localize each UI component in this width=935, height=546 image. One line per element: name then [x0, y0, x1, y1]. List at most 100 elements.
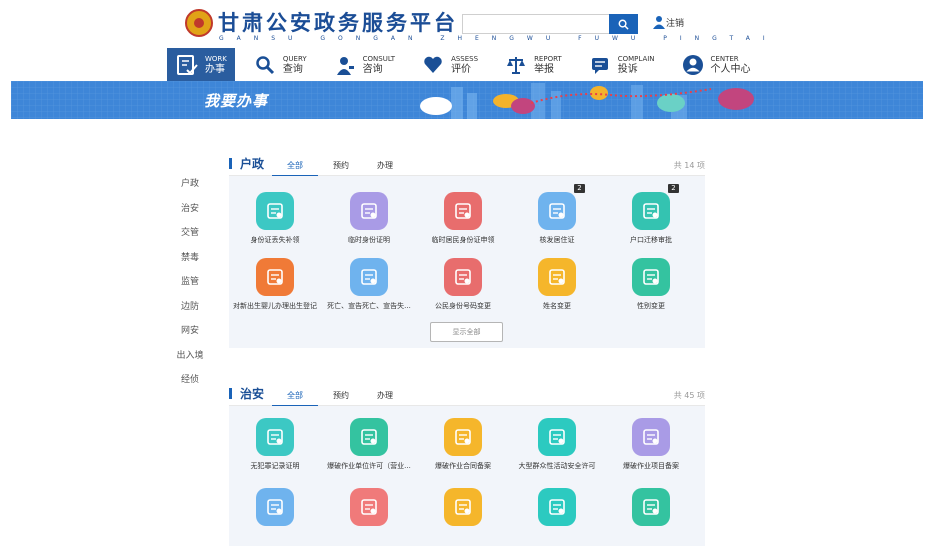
tab-handle[interactable]: 办理: [377, 390, 393, 401]
change-icon: [538, 258, 576, 296]
nav-complain-en: COMPLAIN: [617, 54, 655, 63]
service-label: 无犯罪记录证明: [250, 462, 300, 470]
tab-all[interactable]: 全部: [272, 160, 318, 176]
service-item[interactable]: 无犯罪记录证明: [229, 418, 321, 471]
sidebar-item-bianfang[interactable]: 边防: [165, 295, 215, 320]
crowd-icon: [538, 418, 576, 456]
tab-handle[interactable]: 办理: [377, 160, 393, 171]
logout-link[interactable]: 注销: [652, 15, 684, 29]
banner-illustration: [11, 81, 923, 119]
register-icon: [256, 258, 294, 296]
section-title: 治安: [240, 387, 265, 401]
id-card-icon: [256, 192, 294, 230]
residence-card-icon: 2: [538, 184, 585, 230]
complain-icon: [588, 53, 612, 77]
service-item[interactable]: [511, 488, 603, 531]
sidebar-item-huzheng[interactable]: 户政: [165, 172, 215, 197]
service-label: 爆破作业单位许可（营业...: [327, 462, 411, 470]
nav-consult-cn: 咨询: [362, 63, 383, 75]
scale-icon: [504, 53, 528, 77]
nav-work-cn: 办事: [205, 63, 225, 75]
service-item[interactable]: 死亡、宣告死亡、宣告失...: [323, 258, 415, 311]
service-item[interactable]: 大型群众性活动安全许可: [511, 418, 603, 471]
contract-icon: [444, 418, 482, 456]
sidebar-item-zhian[interactable]: 治安: [165, 197, 215, 222]
nav-report-en: REPORT: [534, 54, 562, 63]
service-item[interactable]: 性别变更: [605, 258, 697, 311]
certificate-icon: [256, 418, 294, 456]
service-item[interactable]: [229, 488, 321, 531]
service-item[interactable]: 爆破作业合同备案: [417, 418, 509, 471]
nav-consult-en: CONSULT: [362, 54, 396, 63]
service-label: 临时身份证明: [348, 236, 390, 244]
heart-icon: [421, 53, 445, 77]
service-item[interactable]: 临时居民身份证申领: [417, 192, 509, 245]
service-item[interactable]: 身份证丢失补领: [229, 192, 321, 245]
search-button[interactable]: [609, 14, 638, 34]
service-item[interactable]: 对新出生婴儿办理出生登记: [229, 258, 321, 311]
change-icon: [444, 258, 482, 296]
change-icon: [632, 258, 670, 296]
site-subtitle: GANSU GONGAN ZHENGWU FUWU PINGTAI: [219, 35, 778, 42]
nav-center[interactable]: CENTER 个人中心: [673, 48, 759, 82]
service-label: 对新出生婴儿办理出生登记: [233, 302, 317, 310]
search-icon: [618, 19, 629, 30]
nav-work[interactable]: WORK 办事: [167, 48, 235, 82]
site-title: 甘肃公安政务服务平台: [218, 11, 458, 35]
service-item[interactable]: 姓名变更: [511, 258, 603, 311]
nav-consult[interactable]: CONSULT 咨询: [325, 48, 403, 82]
nav-query-cn: 查询: [282, 63, 303, 75]
nav-report[interactable]: REPORT 举报: [496, 48, 570, 82]
nav-complain-cn: 投诉: [617, 63, 638, 75]
service-item[interactable]: 公民身份号码变更: [417, 258, 509, 311]
service-label: 爆破作业合同备案: [435, 462, 491, 470]
service-label: 户口迁移审批: [630, 236, 672, 244]
sidebar-item-jindu[interactable]: 禁毒: [165, 246, 215, 271]
service-label: 大型群众性活动安全许可: [518, 462, 596, 470]
section-header: 户政 全部 预约 办理 共 14 项: [229, 154, 705, 176]
sidebar-item-jianguan[interactable]: 监管: [165, 270, 215, 295]
sidebar-item-churujing[interactable]: 出入境: [165, 344, 215, 369]
yuan-icon: [538, 488, 576, 526]
license-icon: [350, 418, 388, 456]
service-item[interactable]: 2 户口迁移审批: [605, 184, 697, 245]
show-all-button[interactable]: 显示全部: [430, 322, 503, 342]
nav-report-cn: 举报: [534, 63, 555, 75]
service-item[interactable]: 爆破作业单位许可（营业...: [323, 418, 415, 471]
service-label: 临时居民身份证申领: [431, 236, 495, 244]
sidebar-item-jingzhen[interactable]: 经侦: [165, 368, 215, 393]
service-label: 姓名变更: [543, 302, 571, 310]
nav-assess-en: ASSESS: [451, 54, 479, 63]
user-icon: [653, 16, 665, 29]
count-badge: 2: [668, 184, 679, 193]
nav-assess[interactable]: ASSESS 评价: [413, 48, 486, 82]
certificate-icon: [350, 192, 388, 230]
section-huzheng: 户政 全部 预约 办理 共 14 项 显示全部 身份证丢失补领 临时身份证明 临时居…: [229, 154, 705, 348]
service-item[interactable]: 爆破作业项目备案: [605, 418, 697, 471]
nav-assess-cn: 评价: [451, 63, 472, 75]
service-item[interactable]: [605, 488, 697, 531]
tab-all[interactable]: 全部: [272, 390, 318, 406]
service-item[interactable]: 临时身份证明: [323, 192, 415, 245]
section-accent-bar: [229, 388, 232, 399]
service-item[interactable]: [323, 488, 415, 531]
service-label: 爆破作业项目备案: [623, 462, 679, 470]
edit-document-icon: [444, 488, 482, 526]
section-zhian: 治安 全部 预约 办理 共 45 项 无犯罪记录证明 爆破作业单位许可（营业...…: [229, 384, 705, 546]
service-item[interactable]: 2 核发居住证: [511, 184, 603, 245]
tab-appointment[interactable]: 预约: [333, 160, 349, 171]
police-emblem-logo: [185, 9, 213, 37]
search-input[interactable]: [462, 14, 610, 34]
nav-complain[interactable]: COMPLAIN 投诉: [580, 48, 663, 82]
user-icon: [681, 53, 705, 77]
nav-query[interactable]: QUERY 查询: [245, 48, 315, 82]
banner-title: 我要办事: [204, 92, 269, 110]
tab-appointment[interactable]: 预约: [333, 390, 349, 401]
header: 甘肃公安政务服务平台 GANSU GONGAN ZHENGWU FUWU PIN…: [0, 0, 935, 48]
sidebar-item-jiaoguan[interactable]: 交管: [165, 221, 215, 246]
service-label: 性别变更: [637, 302, 665, 310]
work-icon: [175, 53, 199, 77]
sidebar-item-wangan[interactable]: 网安: [165, 319, 215, 344]
nav-center-en: CENTER: [710, 54, 739, 63]
service-item[interactable]: [417, 488, 509, 531]
